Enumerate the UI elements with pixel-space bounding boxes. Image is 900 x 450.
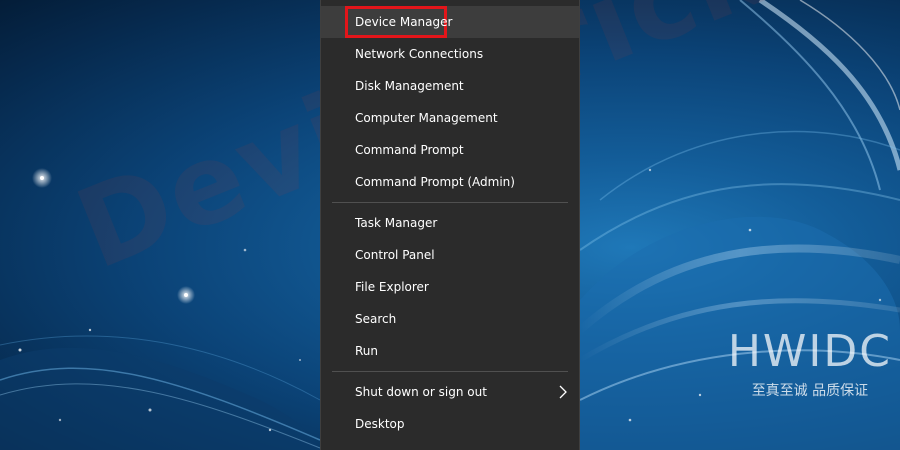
menu-item-label: Network Connections [355, 47, 484, 61]
menu-item-label: Shut down or sign out [355, 385, 487, 399]
menu-item-label: Run [355, 344, 379, 358]
menu-item-file-explorer[interactable]: File Explorer [321, 271, 579, 303]
menu-item-desktop[interactable]: Desktop [321, 408, 579, 440]
menu-item-label: Command Prompt (Admin) [355, 175, 515, 189]
menu-item-label: Disk Management [355, 79, 464, 93]
menu-item-disk-management[interactable]: Disk Management [321, 70, 579, 102]
desktop-background: DeviceTricks HWIDC 至真至诚 品质保证 Device Mana… [0, 0, 900, 450]
menu-item-search[interactable]: Search [321, 303, 579, 335]
power-user-menu: Device Manager Network Connections Disk … [320, 0, 580, 450]
chevron-right-icon [559, 385, 567, 399]
menu-item-label: Computer Management [355, 111, 498, 125]
menu-item-label: Device Manager [355, 15, 453, 29]
menu-item-shut-down-or-sign-out[interactable]: Shut down or sign out [321, 376, 579, 408]
menu-item-command-prompt[interactable]: Command Prompt [321, 134, 579, 166]
menu-item-label: File Explorer [355, 280, 429, 294]
menu-item-label: Control Panel [355, 248, 435, 262]
menu-item-device-manager[interactable]: Device Manager [321, 6, 579, 38]
menu-item-network-connections[interactable]: Network Connections [321, 38, 579, 70]
menu-item-label: Desktop [355, 417, 405, 431]
menu-item-task-manager[interactable]: Task Manager [321, 207, 579, 239]
menu-separator [332, 202, 568, 203]
menu-item-run[interactable]: Run [321, 335, 579, 367]
menu-item-control-panel[interactable]: Control Panel [321, 239, 579, 271]
menu-item-label: Task Manager [355, 216, 438, 230]
menu-separator [332, 371, 568, 372]
menu-item-computer-management[interactable]: Computer Management [321, 102, 579, 134]
menu-item-command-prompt-admin[interactable]: Command Prompt (Admin) [321, 166, 579, 198]
menu-item-label: Search [355, 312, 397, 326]
menu-item-label: Command Prompt [355, 143, 464, 157]
